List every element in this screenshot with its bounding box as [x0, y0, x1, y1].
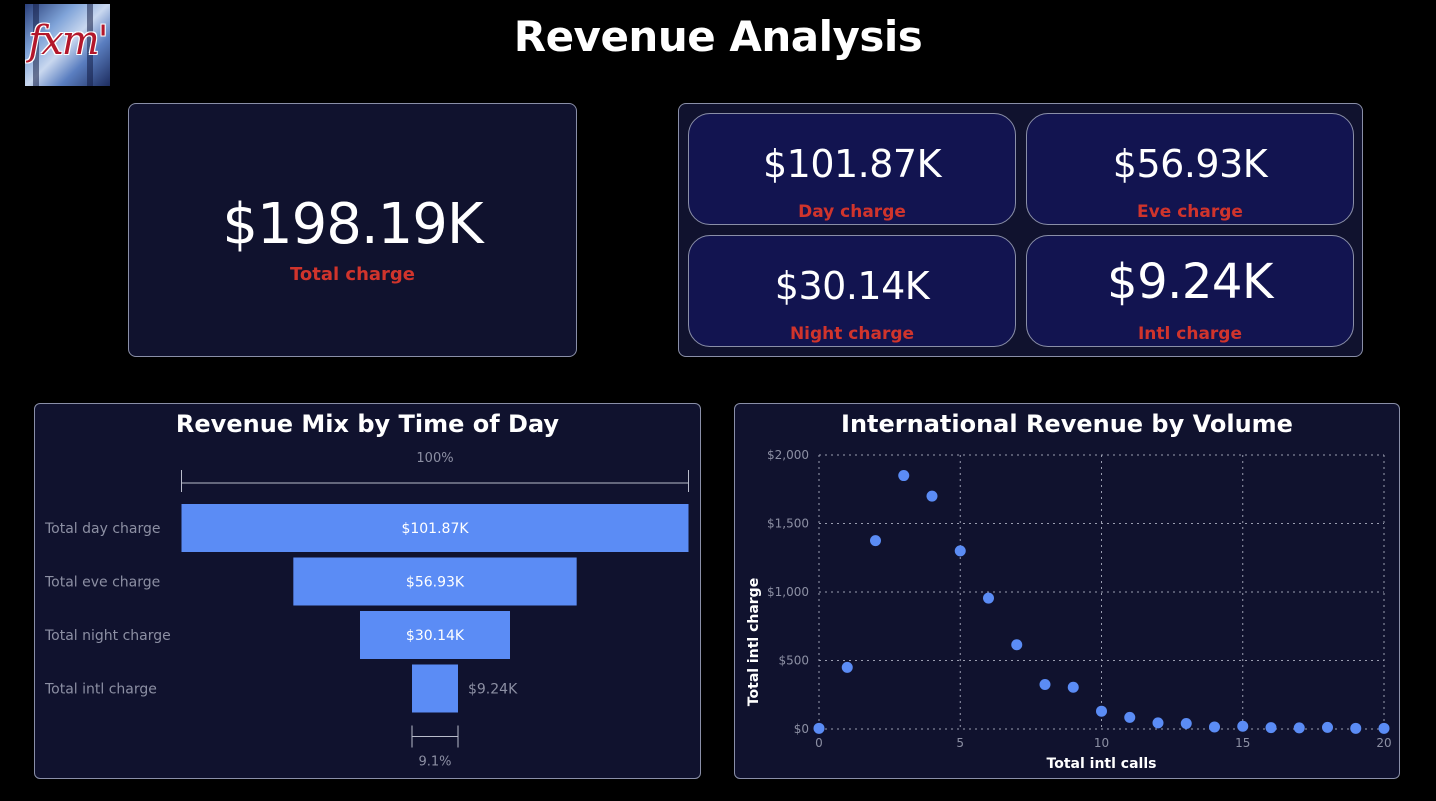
- y-tick-label: $2,000: [767, 448, 809, 462]
- eve-charge-label: Eve charge: [1137, 202, 1243, 222]
- scatter-point: [983, 592, 994, 604]
- total-charge-card[interactable]: $198.19K Total charge: [128, 103, 577, 357]
- scatter-point: [1096, 705, 1107, 717]
- scatter-point: [1039, 678, 1051, 690]
- funnel-value-label: $9.24K: [468, 682, 518, 698]
- funnel-category-label: Total night charge: [44, 628, 171, 644]
- funnel-bottom-percent-label: 9.1%: [418, 755, 451, 770]
- total-charge-label: Total charge: [289, 264, 416, 285]
- scatter-point: [926, 490, 938, 502]
- funnel-bar: [412, 664, 458, 713]
- total-charge-value: $198.19K: [222, 192, 483, 257]
- scatter-chart: $0 $500 $1,000 $1,500 $2,000 0 5 10 15 20 Total in…: [746, 448, 1392, 772]
- y-tick-label: $0: [794, 722, 809, 736]
- scatter-point: [841, 661, 853, 673]
- day-charge-card[interactable]: $101.87K Day charge: [688, 113, 1016, 225]
- x-tick-label: 10: [1094, 736, 1109, 750]
- funnel-value-label: $30.14K: [406, 628, 465, 644]
- scatter-point: [870, 535, 881, 547]
- scatter-point: [1011, 639, 1023, 651]
- intl-charge-value: $9.24K: [1107, 254, 1273, 310]
- scatter-point: [1293, 722, 1305, 734]
- scatter-point: [1209, 721, 1220, 733]
- day-charge-label: Day charge: [798, 202, 906, 222]
- y-tick-label: $1,500: [767, 517, 809, 531]
- funnel-top-percent-label: 100%: [416, 451, 453, 466]
- funnel-category-label: Total day charge: [44, 521, 161, 537]
- scatter-point: [1180, 718, 1192, 730]
- scatter-point: [898, 470, 910, 482]
- intl-revenue-panel: International Revenue by Volume $0 $500 $1…: [734, 403, 1400, 779]
- x-tick-label: 15: [1235, 736, 1250, 750]
- funnel-value-label: $56.93K: [406, 575, 465, 591]
- funnel-category-label: Total eve charge: [44, 575, 160, 591]
- eve-charge-value: $56.93K: [1112, 142, 1268, 186]
- x-axis-label: Total intl calls: [1047, 756, 1157, 772]
- scatter-point: [1378, 722, 1390, 734]
- night-charge-value: $30.14K: [774, 264, 930, 308]
- scatter-point: [1067, 681, 1079, 693]
- intl-charge-label: Intl charge: [1137, 324, 1243, 344]
- revenue-mix-panel: Revenue Mix by Time of Day 100% Total day…: [34, 403, 701, 779]
- x-tick-label: 5: [956, 736, 964, 750]
- scatter-point: [1350, 722, 1362, 734]
- night-charge-card[interactable]: $30.14K Night charge: [688, 235, 1016, 347]
- funnel-value-label: $101.87K: [401, 521, 469, 537]
- y-axis-label: Total intl charge: [746, 578, 762, 706]
- y-tick-label: $500: [778, 654, 809, 668]
- funnel-chart: 100% Total day charge $101.87K Total eve ch…: [44, 451, 689, 770]
- intl-charge-card[interactable]: $9.24K Intl charge: [1026, 235, 1354, 347]
- eve-charge-card[interactable]: $56.93K Eve charge: [1026, 113, 1354, 225]
- x-tick-label: 20: [1376, 736, 1391, 750]
- scatter-point: [954, 545, 966, 557]
- charge-breakdown-card: $101.87K Day charge $56.93K Eve charge $…: [678, 103, 1363, 357]
- y-tick-label: $1,000: [767, 585, 809, 599]
- scatter-point: [813, 722, 825, 734]
- scatter-point: [1152, 717, 1164, 729]
- page-title: Revenue Analysis: [513, 12, 923, 61]
- day-charge-value: $101.87K: [762, 142, 942, 186]
- scatter-point: [1265, 722, 1277, 734]
- scatter-point: [1237, 720, 1249, 732]
- scatter-point: [1322, 721, 1333, 733]
- night-charge-label: Night charge: [789, 324, 915, 344]
- scatter-point: [1124, 711, 1136, 723]
- x-tick-label: 0: [815, 736, 823, 750]
- funnel-category-label: Total intl charge: [44, 682, 157, 698]
